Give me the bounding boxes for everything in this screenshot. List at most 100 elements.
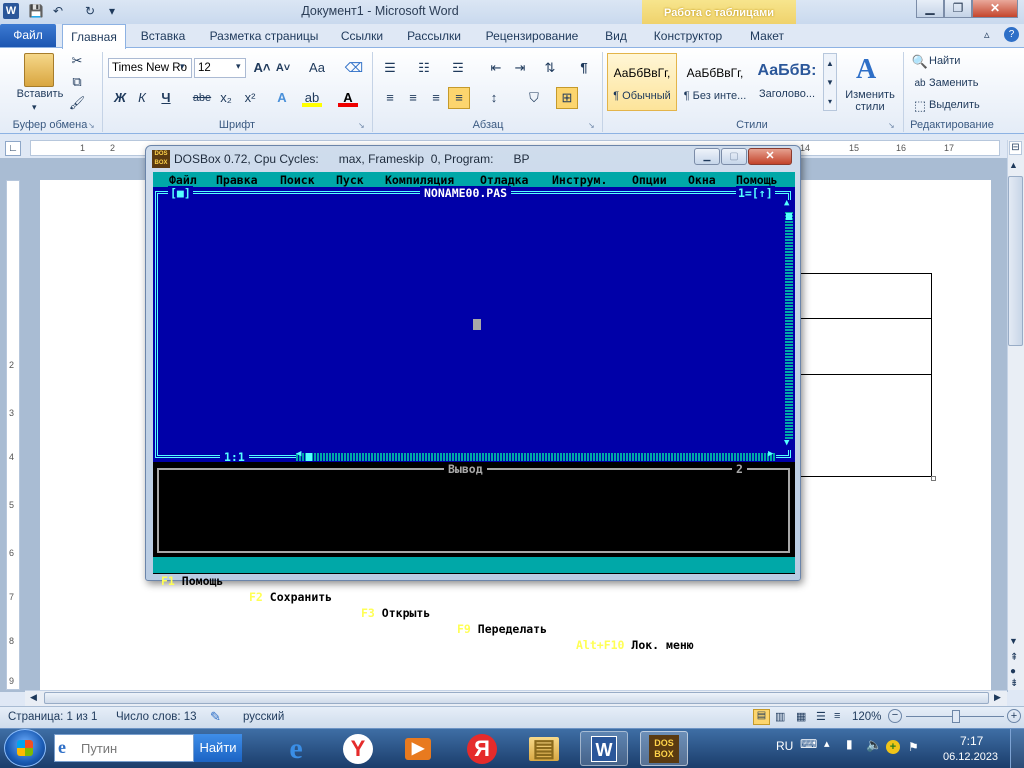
show-desktop-button[interactable] xyxy=(1010,729,1024,768)
dosbox-taskbar-icon[interactable]: DOS BOX xyxy=(640,731,688,766)
next-page-icon[interactable]: ⇟ xyxy=(1010,678,1018,689)
tab-table-layout[interactable]: Макет xyxy=(740,24,794,48)
ie-icon[interactable]: e xyxy=(272,731,320,766)
numbering-icon[interactable]: ☷ xyxy=(414,59,434,77)
zoom-in-icon[interactable]: + xyxy=(1007,709,1021,723)
styles-scroll[interactable]: ▲ ▼ ▾ xyxy=(823,53,837,111)
tp-scroll-down-icon[interactable]: ▼ xyxy=(784,438,789,448)
find-icon[interactable]: 🔍 xyxy=(910,53,930,71)
scroll-down-icon[interactable]: ▼ xyxy=(1009,636,1018,646)
underline-button[interactable]: Ч xyxy=(156,89,176,107)
sort-icon[interactable]: ⇅ xyxy=(540,59,560,77)
tab-mailings[interactable]: Рассылки xyxy=(400,24,468,48)
paste-button[interactable]: Вставить xyxy=(8,88,72,100)
paste-icon[interactable] xyxy=(24,53,54,87)
clipboard-launcher-icon[interactable]: ↘ xyxy=(88,121,95,130)
tp-editor-close-box[interactable]: [■] xyxy=(168,186,193,200)
font-launcher-icon[interactable]: ↘ xyxy=(358,121,365,130)
grow-font-button[interactable]: A˄ xyxy=(252,59,272,77)
strikethrough-button[interactable]: abe xyxy=(190,89,214,107)
dosbox-maximize-button[interactable]: ▢ xyxy=(721,148,747,165)
zoom-level[interactable]: 120% xyxy=(852,711,881,723)
bold-button[interactable]: Ж xyxy=(110,89,130,107)
browse-object-icon[interactable]: ● xyxy=(1010,666,1016,677)
minimize-ribbon-icon[interactable]: ▵ xyxy=(984,28,990,41)
tab-layout[interactable]: Разметка страницы xyxy=(204,24,324,48)
dosbox-close-button[interactable]: ✕ xyxy=(748,148,792,165)
paragraph-launcher-icon[interactable]: ↘ xyxy=(588,121,595,130)
style-no-spacing[interactable]: АаБбВвГг, ¶ Без инте... xyxy=(680,53,750,111)
action-center-icon[interactable]: ⚑ xyxy=(908,740,919,754)
yandex-icon[interactable]: Я xyxy=(458,731,506,766)
media-player-icon[interactable]: ▶ xyxy=(394,731,442,766)
subscript-button[interactable]: x₂ xyxy=(216,89,236,107)
ruler-toggle-icon[interactable]: ⊟ xyxy=(1009,141,1022,155)
print-layout-icon[interactable]: ▤ xyxy=(753,709,770,725)
proofing-icon[interactable]: ✎ xyxy=(210,709,221,725)
page-count[interactable]: Страница: 1 из 1 xyxy=(8,711,97,723)
shrink-font-button[interactable]: A˅ xyxy=(273,59,293,77)
cut-icon[interactable]: ✂ xyxy=(67,52,87,70)
change-styles-icon[interactable]: A xyxy=(856,54,876,86)
format-painter-icon[interactable]: 🖌 xyxy=(67,94,87,112)
bullets-icon[interactable]: ☰ xyxy=(380,59,400,77)
tray-expand-icon[interactable]: ▴ xyxy=(824,737,830,750)
table-resize-handle[interactable] xyxy=(931,476,936,481)
copy-icon[interactable]: ⧉ xyxy=(67,73,87,91)
tab-home[interactable]: Главная xyxy=(62,24,126,49)
replace-icon[interactable]: ab xyxy=(910,75,930,93)
tp-menu-search[interactable]: Поиск xyxy=(280,172,315,188)
line-spacing-icon[interactable]: ↕ xyxy=(484,89,504,107)
tp-scroll-left-icon[interactable]: ◀ xyxy=(296,449,301,459)
web-layout-icon[interactable]: ▦ xyxy=(796,710,806,723)
tp-horizontal-scrollbar[interactable] xyxy=(296,453,776,461)
scroll-left-icon[interactable]: ◀ xyxy=(30,692,37,703)
tp-scroll-up-icon[interactable]: ▲ xyxy=(784,198,789,208)
find-button[interactable]: Найти xyxy=(929,55,960,67)
tp-menu-edit[interactable]: Правка xyxy=(216,172,258,188)
network-icon[interactable]: ▮ xyxy=(846,737,853,751)
tp-editor-window-number[interactable]: 1=[↑] xyxy=(736,186,775,200)
vertical-scroll-thumb[interactable] xyxy=(1008,176,1023,346)
word-count[interactable]: Число слов: 13 xyxy=(116,711,197,723)
zoom-out-icon[interactable]: − xyxy=(888,709,902,723)
tab-references[interactable]: Ссылки xyxy=(334,24,390,48)
tp-menu-window[interactable]: Окна xyxy=(688,172,716,188)
yandex-browser-icon[interactable]: Y xyxy=(334,731,382,766)
tp-scroll-thumb[interactable] xyxy=(786,213,792,220)
font-size-dropdown-icon[interactable]: ▾ xyxy=(236,61,241,72)
scroll-up-icon[interactable]: ▲ xyxy=(1009,160,1018,170)
update-icon[interactable]: + xyxy=(886,740,900,754)
font-color-button[interactable]: A xyxy=(338,89,358,107)
tab-review[interactable]: Рецензирование xyxy=(478,24,586,48)
tp-hotkey-local-menu[interactable]: Alt+F10 Лок. меню xyxy=(576,637,694,653)
word-taskbar-icon[interactable]: W xyxy=(580,731,628,766)
vertical-ruler[interactable] xyxy=(6,180,20,690)
full-screen-reading-icon[interactable]: ▥ xyxy=(775,710,785,723)
tp-vertical-scrollbar[interactable] xyxy=(785,212,793,440)
clock-time[interactable]: 7:17 xyxy=(960,734,983,748)
tp-menu-tools[interactable]: Инструм. xyxy=(552,172,607,188)
help-icon[interactable]: ? xyxy=(1004,27,1019,42)
close-button[interactable]: ✕ xyxy=(972,0,1018,18)
italic-button[interactable]: К xyxy=(132,89,152,107)
increase-indent-icon[interactable]: ⇥ xyxy=(510,59,530,77)
tp-hscroll-thumb[interactable] xyxy=(306,453,312,461)
align-right-icon[interactable]: ≡ xyxy=(426,89,446,107)
shading-icon[interactable]: ⛉ xyxy=(524,89,544,107)
outline-icon[interactable]: ☰ xyxy=(816,710,826,723)
paste-dropdown-icon[interactable]: ▾ xyxy=(32,102,37,113)
tab-design[interactable]: Конструктор xyxy=(646,24,730,48)
tab-selector-icon[interactable]: ∟ xyxy=(5,141,21,156)
input-language[interactable]: RU xyxy=(776,739,793,753)
font-name-dropdown-icon[interactable]: ▾ xyxy=(180,61,185,72)
dosbox-minimize-button[interactable]: ▁ xyxy=(694,148,720,165)
tab-insert[interactable]: Вставка xyxy=(134,24,192,48)
borders-icon[interactable]: ⊞ xyxy=(556,87,578,109)
tp-hotkey-open[interactable]: F3 Открыть xyxy=(361,605,430,621)
scroll-right-icon[interactable]: ▶ xyxy=(994,692,1001,703)
keyboard-icon[interactable]: ⌨ xyxy=(800,737,817,751)
text-effects-icon[interactable]: A xyxy=(272,89,292,107)
restore-button[interactable]: ❐ xyxy=(944,0,972,18)
tp-scroll-right-icon[interactable]: ▶ xyxy=(768,449,773,459)
